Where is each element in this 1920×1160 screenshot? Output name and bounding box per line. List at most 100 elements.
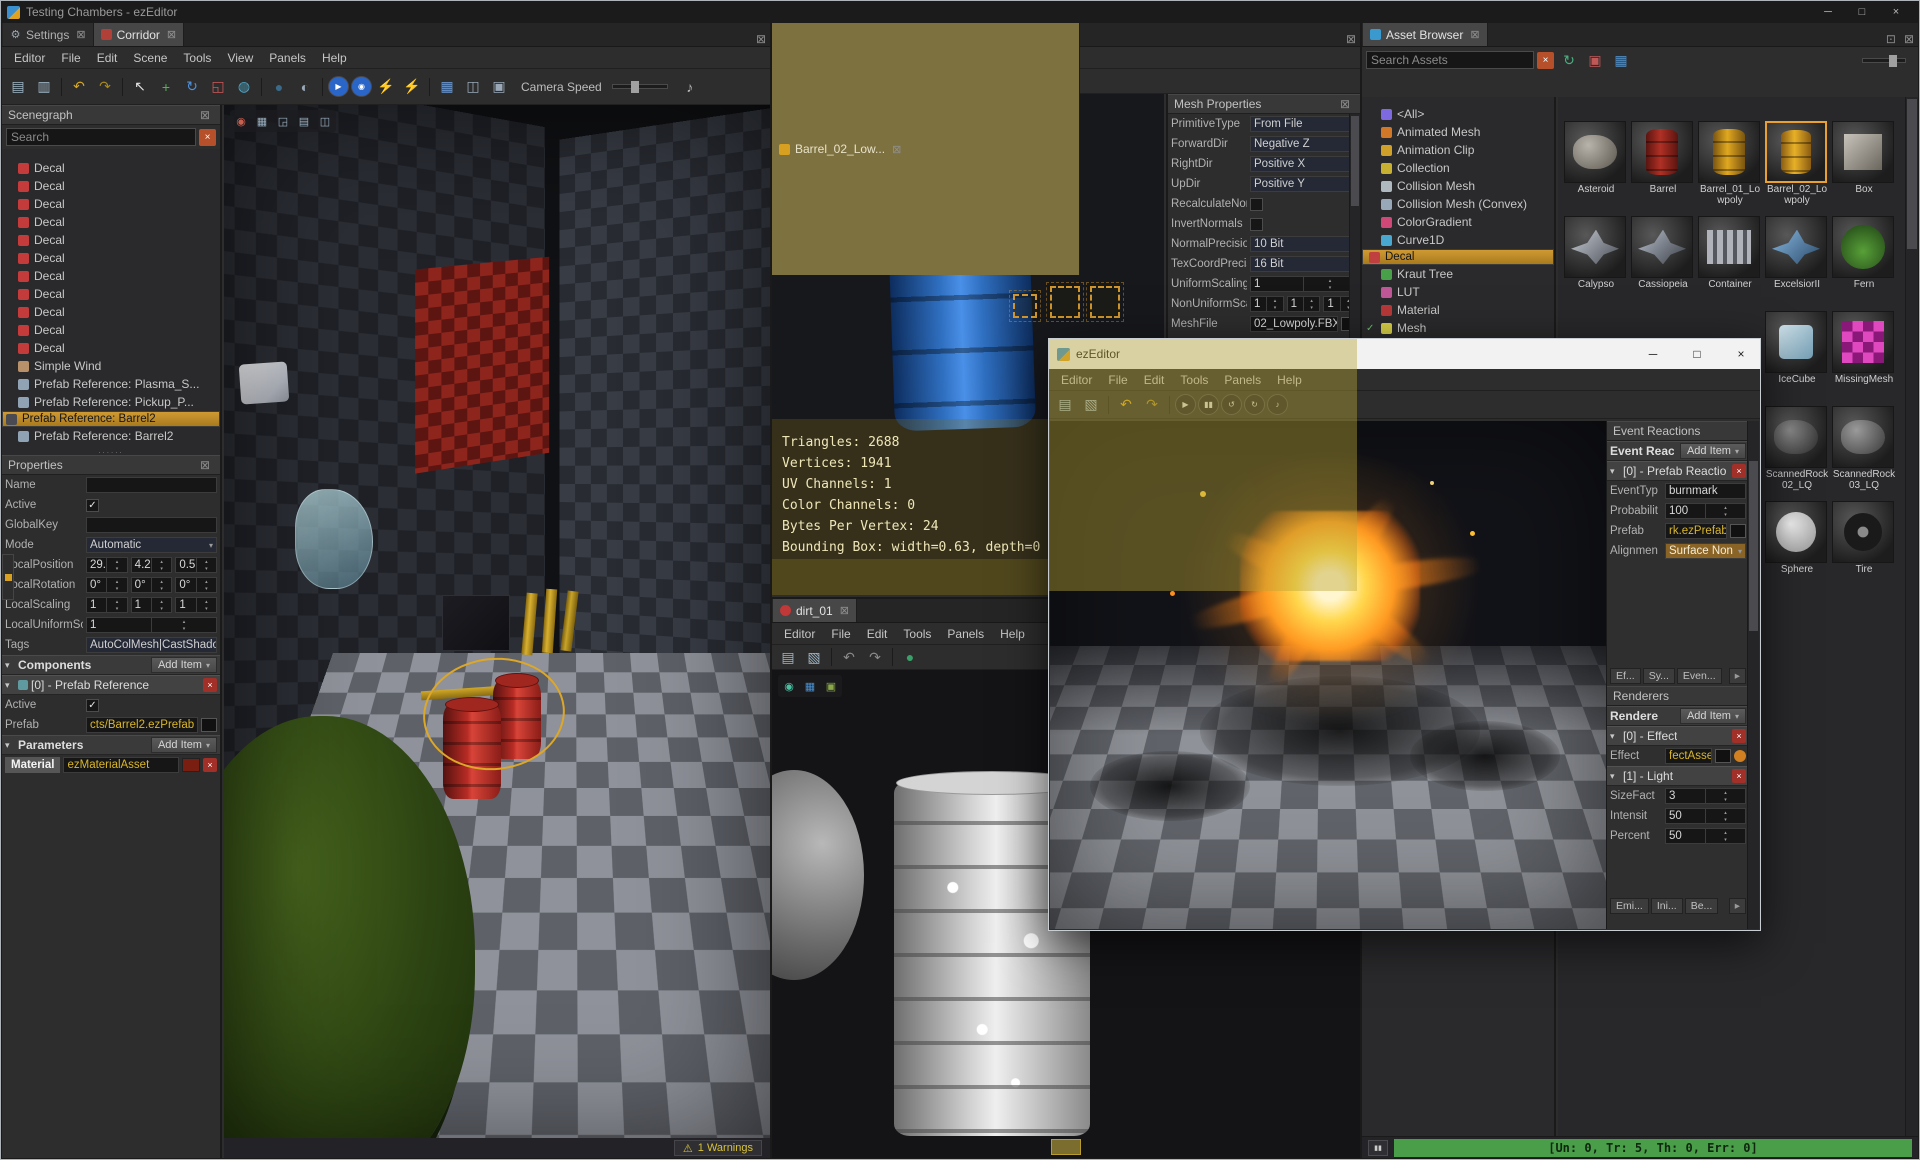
thunderbolt2-icon[interactable]: ⚡ — [400, 75, 424, 99]
tree-item-decal[interactable]: Decal — [2, 321, 220, 339]
asset-action-button[interactable] — [1734, 750, 1746, 762]
selection-handle-gizmo[interactable] — [1009, 290, 1041, 322]
maximize-view-icon[interactable]: ◲ — [274, 112, 292, 130]
tree-item-animated-mesh[interactable]: Animated Mesh — [1362, 123, 1554, 141]
dropdown[interactable]: Positive Y▾ — [1250, 176, 1357, 192]
text-input[interactable] — [86, 477, 217, 493]
asset-card-scannedrock02-lq[interactable]: ScannedRock02_LQ — [1765, 406, 1829, 492]
menu-tools[interactable]: Tools — [175, 49, 219, 67]
maximize-button[interactable]: □ — [1845, 2, 1879, 22]
remove-button[interactable]: × — [1732, 464, 1746, 478]
scrollbar-thumb[interactable] — [1749, 461, 1758, 631]
asset-card-cassiopeia[interactable]: Cassiopeia — [1631, 216, 1695, 302]
collapse-arrow[interactable]: ▾ — [5, 680, 15, 691]
close-button[interactable]: × — [1722, 339, 1760, 369]
menu-file[interactable]: File — [53, 49, 88, 67]
warnings-button[interactable]: ⚠ 1 Warnings — [673, 1140, 762, 1156]
properties-panel-header[interactable]: Properties ⊠ — [2, 455, 220, 475]
scale-gizmo-icon[interactable]: ◱ — [206, 75, 230, 99]
tree-item-decal[interactable]: Decal — [1362, 249, 1554, 265]
dropdown[interactable]: From File▾ — [1250, 116, 1357, 132]
tree-item-decal[interactable]: Decal — [2, 159, 220, 177]
tree-item-collision-mesh[interactable]: Collision Mesh — [1362, 177, 1554, 195]
tab-settings[interactable]: ⚙ Settings ⊠ — [3, 23, 94, 46]
redo-icon[interactable]: ↷ — [93, 75, 117, 99]
scene-viewport[interactable]: ◉ ▦ ◲ ▤ ◫ ⚠ 1 Warnings — [224, 105, 770, 1158]
spinbox[interactable]: 1 ▴▾ — [1286, 296, 1321, 312]
maximize-button[interactable]: □ — [1678, 339, 1716, 369]
undo-icon[interactable]: ↶ — [1114, 393, 1138, 417]
world-space-icon[interactable]: ◍ — [232, 75, 256, 99]
text-input[interactable] — [86, 517, 217, 533]
audio-icon[interactable]: ♪ — [678, 75, 702, 99]
asset-card-scannedrock03-lq[interactable]: ScannedRock03_LQ — [1832, 406, 1896, 492]
asset-reference[interactable]: cts/Barrel2.ezPrefab — [86, 717, 198, 733]
collapse-arrow[interactable]: ▾ — [1610, 731, 1620, 742]
tree-item-prefab-reference-plasma-s[interactable]: Prefab Reference: Plasma_S... — [2, 375, 220, 393]
undo-icon[interactable]: ↶ — [67, 75, 91, 99]
save-document-icon[interactable]: ▥ — [32, 75, 56, 99]
menu-editor[interactable]: Editor — [1053, 371, 1100, 389]
camera-speed-slider[interactable] — [611, 81, 668, 93]
scrollbar-thumb[interactable] — [1351, 116, 1359, 206]
collapsed-overlay-button[interactable] — [1051, 1139, 1081, 1155]
asset-transform-icon[interactable]: ● — [898, 69, 922, 93]
restart-icon[interactable]: ↺ — [1221, 394, 1242, 415]
slider-thumb[interactable] — [1889, 54, 1897, 67]
spin-arrows[interactable]: ▴▾ — [151, 578, 171, 592]
menu-file[interactable]: File — [823, 625, 858, 643]
tab-close-icon[interactable]: ⊠ — [76, 28, 85, 41]
add-item-button[interactable]: Add Item ▾ — [150, 737, 217, 753]
thunderbolt-icon[interactable]: ⚡ — [374, 75, 398, 99]
spin-arrows[interactable]: ▴▾ — [195, 558, 216, 572]
asset-card-container[interactable]: Container — [1698, 216, 1762, 302]
spinbox[interactable]: 50 ▴ ▾ — [1665, 808, 1746, 824]
spinbox[interactable]: 1 ▴▾ — [86, 597, 128, 613]
menu-edit[interactable]: Edit — [1136, 371, 1173, 389]
menu-help[interactable]: Help — [1269, 371, 1310, 389]
minimize-button[interactable]: ─ — [1811, 2, 1845, 22]
asset-grid-scrollbar[interactable] — [1905, 97, 1918, 1136]
spinbox[interactable]: 1 ▴▾ — [175, 597, 218, 613]
snapshot-icon[interactable]: ▤ — [295, 112, 313, 130]
new-asset-icon[interactable]: ▣ — [1583, 48, 1607, 72]
shading-sphere-icon[interactable]: ◐ — [293, 75, 317, 99]
play-icon[interactable]: ▶ — [328, 76, 349, 97]
menu-tools[interactable]: Tools — [895, 625, 939, 643]
spin-arrows[interactable]: ▴▾ — [151, 598, 171, 612]
selection-handle-gizmo[interactable] — [1046, 282, 1084, 322]
slider-thumb[interactable] — [630, 81, 639, 93]
redo-icon[interactable]: ↷ — [863, 645, 887, 669]
panel-tab-emi[interactable]: Emi... — [1610, 898, 1649, 914]
camera-icon[interactable]: ◉ — [232, 112, 250, 130]
panel-tab-sy[interactable]: Sy... — [1642, 668, 1675, 684]
menu-file[interactable]: File — [823, 49, 858, 67]
tree-item-decal[interactable]: Decal — [2, 249, 220, 267]
add-item-button[interactable]: Add Item ▾ — [1679, 708, 1746, 724]
grid-icon[interactable]: ▦ — [801, 101, 819, 119]
redo-icon[interactable]: ↷ — [863, 69, 887, 93]
dropdown[interactable]: 10 Bit▾ — [1250, 236, 1357, 252]
checkbox[interactable]: ✓ — [86, 698, 99, 712]
dock-icon[interactable]: ⊠ — [196, 458, 214, 472]
menu-view[interactable]: View — [219, 49, 261, 67]
menu-panels[interactable]: Panels — [939, 625, 992, 643]
spinbox[interactable]: 1 ▴▾ — [1250, 296, 1284, 312]
tree-item-collision-mesh-convex[interactable]: Collision Mesh (Convex) — [1362, 195, 1554, 213]
asset-card-fern[interactable]: Fern — [1832, 216, 1896, 302]
grid-icon[interactable]: ▦ — [801, 677, 819, 695]
save-document-icon[interactable]: ▤ — [776, 69, 800, 93]
particle-editor-window[interactable]: ezEditor ─ □ × Editor File Edit Tools Panels… — [1048, 338, 1761, 931]
panel-scrollbar[interactable] — [1747, 421, 1759, 929]
copy-document-icon[interactable]: ▧ — [802, 69, 826, 93]
screenshot-icon[interactable]: ▣ — [822, 101, 840, 119]
spinbox[interactable]: 50 ▴ ▾ — [1665, 828, 1746, 844]
tree-item-prefab-reference-barrel2[interactable]: Prefab Reference: Barrel2 — [2, 427, 220, 445]
rotate-gizmo-icon[interactable]: ↻ — [180, 75, 204, 99]
tree-item-material[interactable]: Material — [1362, 301, 1554, 319]
panel-tab-ef[interactable]: Ef... — [1610, 668, 1641, 684]
tree-item-collection[interactable]: Collection — [1362, 159, 1554, 177]
tree-item-decal[interactable]: Decal — [2, 177, 220, 195]
tree-item-decal[interactable]: Decal — [2, 303, 220, 321]
grid-toggle-icon[interactable]: ▦ — [435, 75, 459, 99]
